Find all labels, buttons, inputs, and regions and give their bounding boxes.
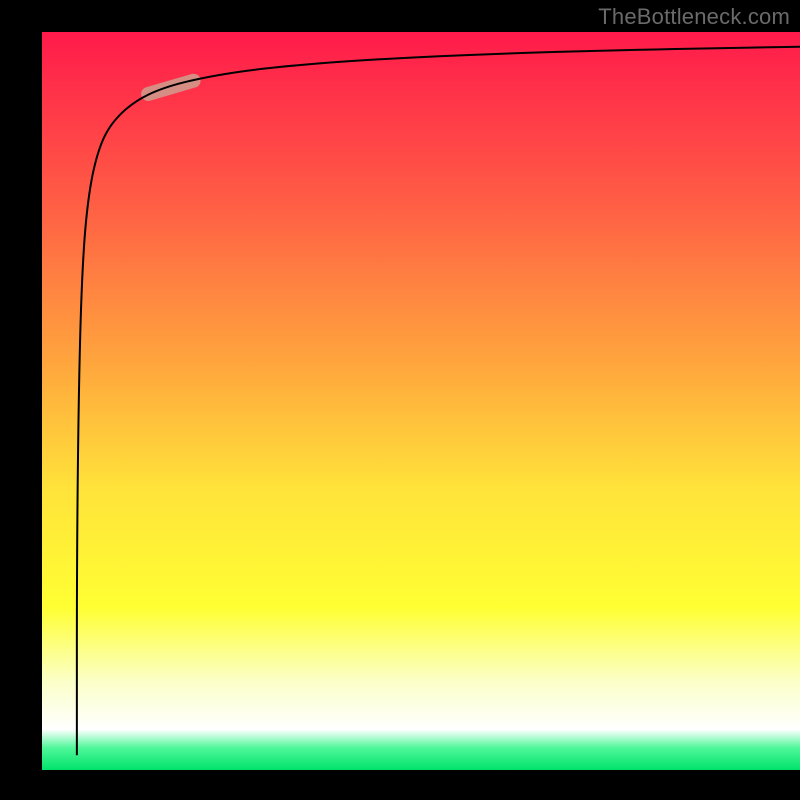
attribution-text: TheBottleneck.com <box>598 4 790 30</box>
chart-frame: TheBottleneck.com <box>0 0 800 800</box>
chart-svg <box>0 0 800 800</box>
plot-background <box>42 32 800 770</box>
outer-fill-bottom <box>0 770 800 800</box>
outer-fill-left <box>0 0 42 800</box>
